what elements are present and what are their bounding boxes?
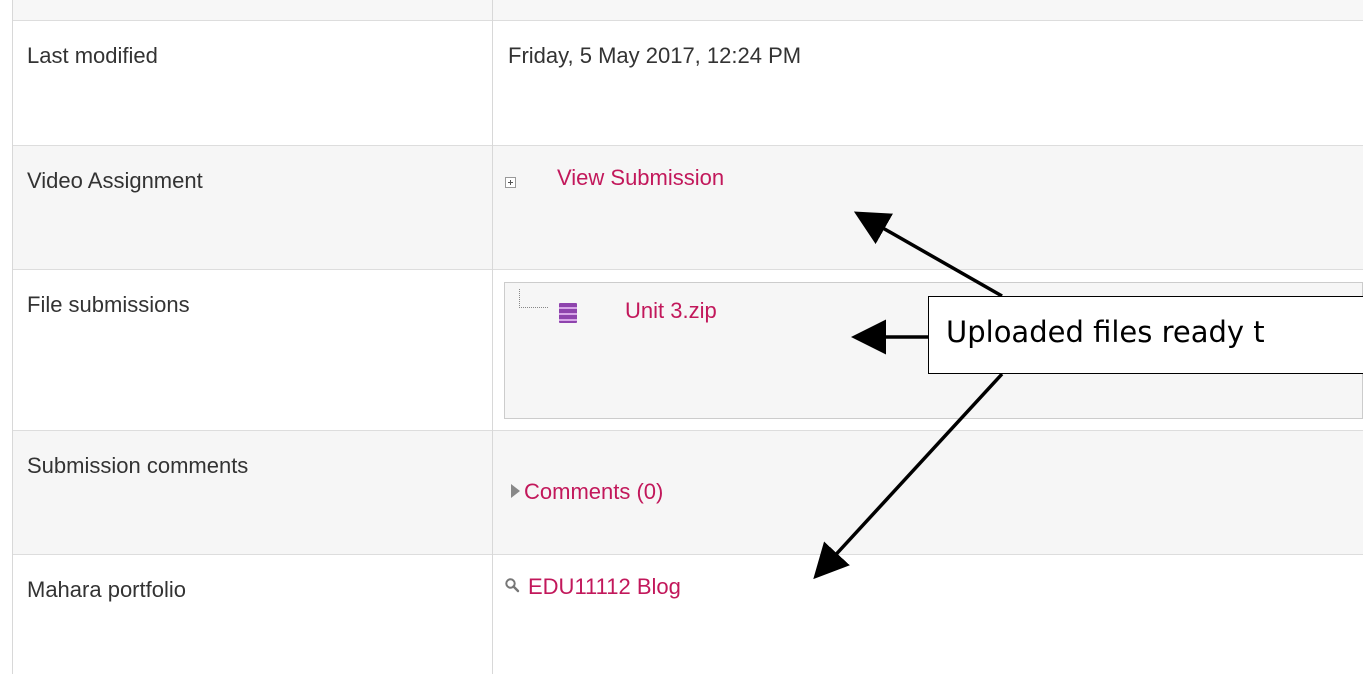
- tree-branch-line: [519, 289, 548, 308]
- edu11112-blog-link[interactable]: EDU11112 Blog: [528, 574, 681, 600]
- last-modified-value: Friday, 5 May 2017, 12:24 PM: [508, 43, 802, 68]
- comments-link[interactable]: Comments (0): [524, 479, 663, 505]
- magnifier-icon[interactable]: [504, 577, 520, 593]
- table-top-row: [12, 0, 1363, 20]
- row-video-assignment: Video Assignment View Submission: [12, 145, 1363, 269]
- row-label-file-submissions: File submissions: [27, 292, 190, 317]
- row-label-last-modified: Last modified: [27, 43, 158, 68]
- row-submission-comments: Submission comments Comments (0): [12, 430, 1363, 554]
- table-column-divider: [492, 0, 493, 674]
- row-last-modified: Last modified Friday, 5 May 2017, 12:24 …: [12, 20, 1363, 145]
- row-label-video-assignment: Video Assignment: [27, 168, 203, 193]
- annotation-callout-box: Uploaded files ready t: [928, 296, 1363, 374]
- row-label-mahara-portfolio: Mahara portfolio: [27, 577, 186, 602]
- comments-toggle[interactable]: Comments (0): [511, 479, 771, 505]
- portfolio-entry: EDU11112 Blog: [504, 571, 804, 601]
- expand-plus-icon[interactable]: [505, 177, 516, 188]
- row-label-submission-comments: Submission comments: [27, 453, 249, 478]
- zip-file-icon: [559, 303, 577, 323]
- annotation-callout-text: Uploaded files ready t: [946, 315, 1265, 349]
- unit-3-zip-file-link[interactable]: Unit 3.zip: [625, 298, 717, 324]
- row-mahara-portfolio: Mahara portfolio EDU11112 Blog: [12, 554, 1363, 674]
- table-left-border: [12, 0, 13, 674]
- submission-status-page: Last modified Friday, 5 May 2017, 12:24 …: [0, 0, 1363, 674]
- view-submission-link[interactable]: View Submission: [557, 165, 724, 191]
- collapsed-triangle-icon: [511, 484, 520, 498]
